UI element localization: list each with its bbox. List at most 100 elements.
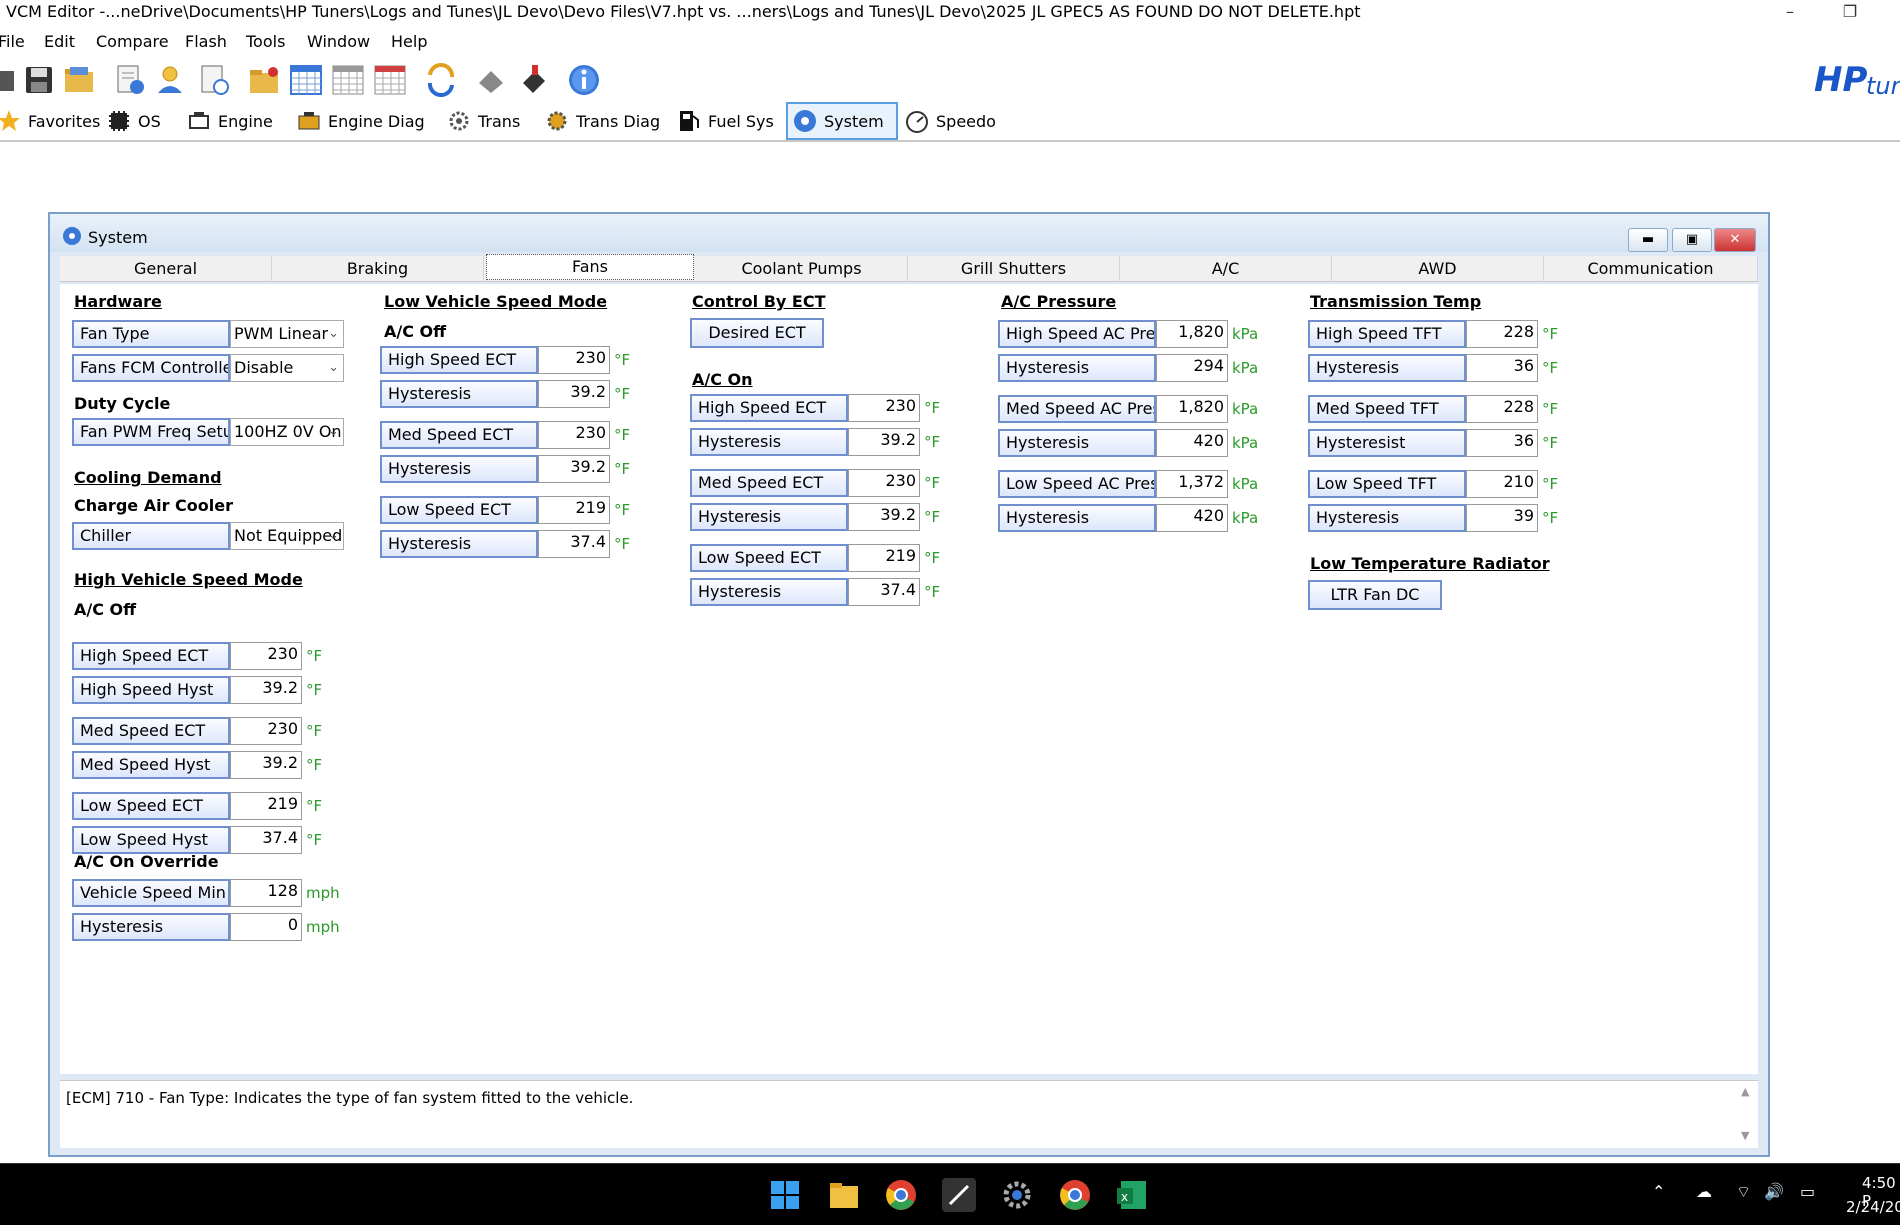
fan-pwm-select[interactable]: 100HZ 0V On ⌄ (230, 418, 344, 446)
ac-on-row-label[interactable]: High Speed ECT (690, 394, 848, 422)
trans-temp-row-value-field[interactable]: 39 (1466, 504, 1538, 532)
info-icon[interactable] (567, 63, 601, 97)
trans-temp-row-value-field[interactable]: 36 (1466, 429, 1538, 457)
restore-button[interactable]: ❐ (1830, 0, 1870, 26)
table-red-icon[interactable] (373, 63, 407, 97)
ac-on-row-value-field[interactable]: 39.2 (848, 428, 920, 456)
nav-engine-diag[interactable]: Engine Diag (292, 102, 429, 140)
nav-speedo[interactable]: Speedo (900, 102, 1000, 140)
tab-fans[interactable]: Fans (486, 254, 694, 280)
ac-on-row-value-field[interactable]: 219 (848, 544, 920, 572)
trans-temp-row-value-field[interactable]: 210 (1466, 470, 1538, 498)
nav-system[interactable]: System (786, 102, 898, 140)
lvsm-row-value-field[interactable]: 39.2 (538, 380, 610, 408)
scroll-up-icon[interactable]: ▲ (1741, 1085, 1749, 1098)
hvsm-row-value-field[interactable]: 39.2 (230, 676, 302, 704)
trans-temp-row-label[interactable]: Hysteresis (1308, 504, 1466, 532)
ac-on-row-value-field[interactable]: 230 (848, 394, 920, 422)
ac-on-row-label[interactable]: Low Speed ECT (690, 544, 848, 572)
ac-pressure-row-value-field[interactable]: 1,820 (1156, 320, 1228, 348)
volume-icon[interactable]: 🔊 (1764, 1182, 1784, 1201)
trans-temp-row-value-field[interactable]: 228 (1466, 395, 1538, 423)
windows-start-icon[interactable] (768, 1178, 802, 1212)
ac-on-row-value-field[interactable]: 230 (848, 469, 920, 497)
desired-ect-button[interactable]: Desired ECT (690, 318, 824, 348)
window-maximize-button[interactable]: ▣ (1672, 228, 1712, 252)
window-minimize-button[interactable]: ▬ (1628, 228, 1668, 252)
lvsm-row-label[interactable]: High Speed ECT (380, 346, 538, 374)
ac-pressure-row-label[interactable]: Low Speed AC Press (998, 470, 1156, 498)
ltr-fan-dc-button[interactable]: LTR Fan DC (1308, 580, 1442, 610)
hvsm-row-label[interactable]: High Speed Hyst (72, 676, 230, 704)
lvsm-row-label[interactable]: Hysteresis (380, 530, 538, 558)
hvsm-row-value-field[interactable]: 39.2 (230, 751, 302, 779)
tab-communication[interactable]: Communication (1544, 256, 1758, 282)
ac-on-heading[interactable]: A/C On (692, 370, 753, 389)
transmission-temp-heading[interactable]: Transmission Temp (1310, 292, 1481, 311)
low-vehicle-speed-mode-heading[interactable]: Low Vehicle Speed Mode (384, 292, 607, 311)
trans-temp-row-label[interactable]: Hysteresis (1308, 354, 1466, 382)
table-icon[interactable] (289, 63, 323, 97)
menu-edit[interactable]: Edit (44, 32, 75, 51)
ac-pressure-row-label[interactable]: Hysteresis (998, 504, 1156, 532)
lvsm-row-label[interactable]: Hysteresis (380, 455, 538, 483)
ac-on-row-label[interactable]: Hysteresis (690, 503, 848, 531)
fans-fcm-select[interactable]: Disable ⌄ (230, 354, 344, 382)
menu-flash[interactable]: Flash (185, 32, 227, 51)
high-vehicle-speed-mode-heading[interactable]: High Vehicle Speed Mode (74, 570, 303, 589)
trans-temp-row-label[interactable]: High Speed TFT (1308, 320, 1466, 348)
lvsm-row-label[interactable]: Hysteresis (380, 380, 538, 408)
lvsm-row-value-field[interactable]: 230 (538, 346, 610, 374)
fan-type-select[interactable]: PWM Linear ⌄ (230, 320, 344, 348)
hvsm-row-label[interactable]: Med Speed ECT (72, 717, 230, 745)
table-grid-icon[interactable] (331, 63, 365, 97)
chiller-label[interactable]: Chiller (72, 522, 230, 550)
ac-pressure-row-label[interactable]: Med Speed AC Press (998, 395, 1156, 423)
plug-icon[interactable] (517, 63, 551, 97)
trans-temp-row-value-field[interactable]: 228 (1466, 320, 1538, 348)
hvsm-row-value-field[interactable]: 230 (230, 642, 302, 670)
ac-on-row-value-field[interactable]: 39.2 (848, 503, 920, 531)
tab-grill-shutters[interactable]: Grill Shutters (908, 256, 1120, 282)
window-close-button[interactable]: ✕ (1714, 228, 1756, 252)
hardware-heading[interactable]: Hardware (74, 292, 162, 311)
trans-temp-row-label[interactable]: Hysteresist (1308, 429, 1466, 457)
wifi-icon[interactable]: ⌔ (1736, 1182, 1751, 1202)
hvsm-row-label[interactable]: High Speed ECT (72, 642, 230, 670)
lvsm-row-value-field[interactable]: 39.2 (538, 455, 610, 483)
tab-ac[interactable]: A/C (1120, 256, 1332, 282)
menu-help[interactable]: Help (391, 32, 427, 51)
lvsm-row-value-field[interactable]: 230 (538, 421, 610, 449)
hvsm-row-value-field[interactable]: 219 (230, 792, 302, 820)
fans-fcm-label[interactable]: Fans FCM Controlled (72, 354, 230, 382)
open-icon[interactable] (0, 63, 20, 97)
file-clock-icon[interactable] (197, 63, 231, 97)
tool-app-icon[interactable] (942, 1178, 976, 1212)
fan-pwm-label[interactable]: Fan PWM Freq Setup (72, 418, 230, 446)
nav-trans[interactable]: Trans (442, 102, 524, 140)
ac-pressure-heading[interactable]: A/C Pressure (1001, 292, 1116, 311)
chrome-icon[interactable] (884, 1178, 918, 1212)
ac-pressure-row-value-field[interactable]: 420 (1156, 504, 1228, 532)
ac-on-row-label[interactable]: Hysteresis (690, 428, 848, 456)
ac-on-row-value-field[interactable]: 37.4 (848, 578, 920, 606)
nav-trans-diag[interactable]: Trans Diag (540, 102, 664, 140)
settings-gear-icon[interactable] (1000, 1178, 1034, 1212)
scroll-down-icon[interactable]: ▼ (1741, 1129, 1749, 1142)
excel-icon[interactable]: x (1115, 1178, 1149, 1212)
cooling-demand-heading[interactable]: Cooling Demand (74, 468, 222, 487)
folder-open-icon[interactable] (62, 63, 96, 97)
file-info-icon[interactable] (113, 63, 147, 97)
control-by-ect-heading[interactable]: Control By ECT (692, 292, 826, 311)
tab-awd[interactable]: AWD (1332, 256, 1544, 282)
trans-temp-row-label[interactable]: Med Speed TFT (1308, 395, 1466, 423)
chrome-icon[interactable] (1058, 1178, 1092, 1212)
fan-type-label[interactable]: Fan Type (72, 320, 230, 348)
trans-temp-row-label[interactable]: Low Speed TFT (1308, 470, 1466, 498)
menu-compare[interactable]: Compare (96, 32, 169, 51)
ac-pressure-row-value-field[interactable]: 294 (1156, 354, 1228, 382)
hvsm-row-label[interactable]: Low Speed ECT (72, 792, 230, 820)
sync-icon[interactable] (424, 62, 458, 98)
ac-pressure-row-label[interactable]: Hysteresis (998, 429, 1156, 457)
tab-coolant-pumps[interactable]: Coolant Pumps (696, 256, 908, 282)
